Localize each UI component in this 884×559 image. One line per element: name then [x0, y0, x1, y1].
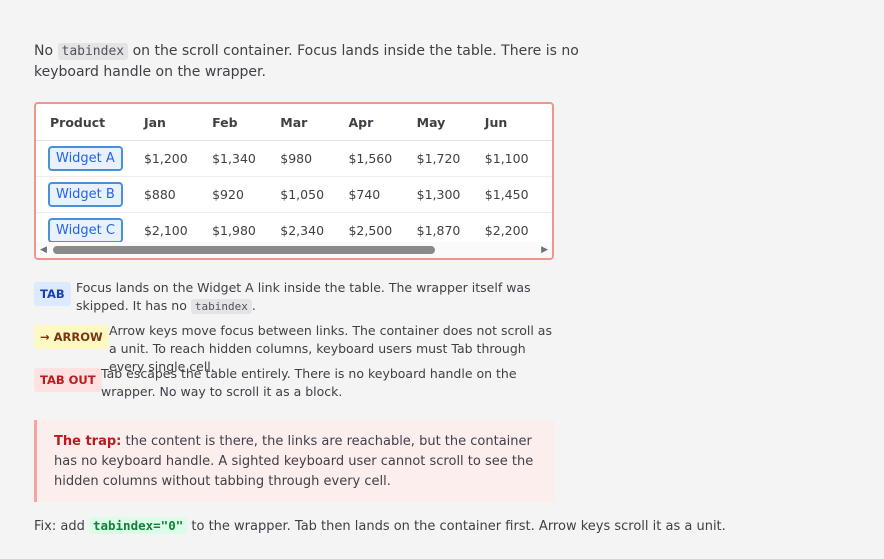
trap-text: the content is there, the links are reac…: [54, 434, 534, 489]
trap-callout: The trap: the content is there, the link…: [34, 420, 555, 502]
table-cell: $980: [279, 140, 348, 177]
step-tab-out: TAB OUT Tab escapes the table entirely. …: [34, 365, 564, 401]
col-header-apr: Apr: [347, 104, 416, 141]
col-header-mar: Mar: [279, 104, 348, 141]
fix-code: tabindex="0": [88, 517, 188, 534]
col-header-feb: Feb: [211, 104, 280, 141]
table-cell: $1,050: [279, 176, 348, 213]
table-cell: $1,450: [483, 176, 552, 213]
col-header-jun: Jun: [483, 104, 552, 141]
widget-b-link[interactable]: Widget B: [48, 182, 123, 207]
table-header-row: Product Jan Feb Mar Apr May Jun: [36, 104, 552, 141]
sales-table: Product Jan Feb Mar Apr May Jun Widget A…: [36, 104, 552, 249]
tab-out-badge: TAB OUT: [34, 368, 102, 392]
fix-text: Fix: add tabindex="0" to the wrapper. Ta…: [34, 517, 726, 534]
step-tab-out-text: Tab escapes the table entirely. There is…: [101, 366, 517, 399]
arrow-badge: → ARROW: [34, 325, 109, 349]
scrollbar-thumb[interactable]: [53, 246, 435, 254]
trap-label: The trap:: [54, 434, 122, 449]
tab-badge: TAB: [34, 282, 71, 306]
table-row: Widget A $1,200 $1,340 $980 $1,560 $1,72…: [36, 140, 552, 177]
col-header-jan: Jan: [142, 104, 212, 141]
table-cell: $1,200: [142, 140, 212, 177]
step-tab-code: tabindex: [190, 299, 252, 314]
widget-a-link[interactable]: Widget A: [48, 146, 123, 171]
scroll-container[interactable]: Product Jan Feb Mar Apr May Jun Widget A…: [34, 102, 554, 260]
table-cell: $740: [347, 176, 416, 213]
step-arrow: → ARROW Arrow keys move focus between li…: [34, 322, 564, 374]
step-tab-text: Focus lands on the Widget A link inside …: [76, 280, 531, 314]
step-tab: TAB Focus lands on the Widget A link ins…: [34, 279, 564, 315]
horizontal-scrollbar[interactable]: ◀ ▶: [36, 242, 552, 258]
table-cell: $1,100: [483, 140, 552, 177]
table-cell: $1,560: [347, 140, 416, 177]
caret-left-icon[interactable]: ◀: [40, 245, 47, 255]
intro-text: No tabindex on the scroll container. Foc…: [34, 43, 579, 80]
table-cell: $1,300: [415, 176, 484, 213]
widget-c-link[interactable]: Widget C: [48, 218, 123, 243]
table-cell: $880: [142, 176, 212, 213]
col-header-may: May: [415, 104, 484, 141]
table-row: Widget B $880 $920 $1,050 $740 $1,300 $1…: [36, 176, 552, 213]
caret-right-icon[interactable]: ▶: [541, 245, 548, 255]
table-cell: $920: [211, 176, 280, 213]
table-cell: $1,340: [211, 140, 280, 177]
table-cell: $1,720: [415, 140, 484, 177]
col-header-product: Product: [36, 104, 143, 141]
intro-code: tabindex: [57, 43, 129, 60]
